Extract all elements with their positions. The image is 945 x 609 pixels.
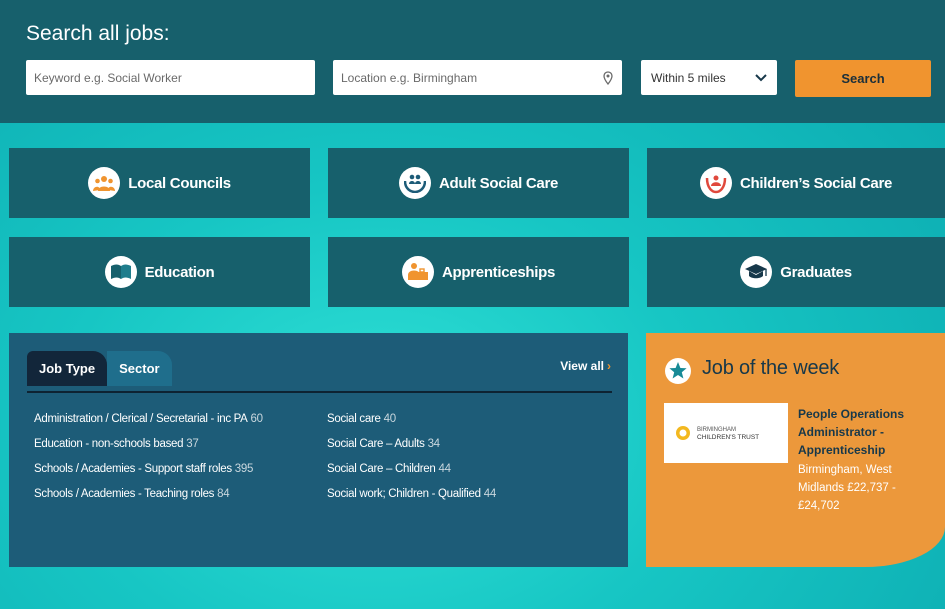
- search-button[interactable]: Search: [795, 60, 931, 97]
- keyword-input[interactable]: [34, 70, 307, 85]
- tile-label: Education: [144, 263, 215, 281]
- job-type-list-left: Administration / Clerical / Secretarial …: [34, 413, 263, 513]
- browse-tabs: Job Type Sector: [27, 351, 172, 386]
- graduation-cap-icon: [740, 256, 773, 288]
- star-icon: [665, 358, 691, 384]
- job-of-week-heading: Job of the week: [702, 357, 840, 379]
- tile-apprenticeships[interactable]: Apprenticeships: [328, 237, 629, 307]
- tile-education[interactable]: Education: [9, 237, 310, 307]
- book-icon: [104, 256, 137, 288]
- list-item[interactable]: Social Care – Adults 34: [327, 438, 496, 463]
- child-care-icon: [699, 167, 732, 199]
- tile-label: Apprenticeships: [441, 263, 556, 281]
- list-item[interactable]: Social Care – Children 44: [327, 463, 496, 488]
- list-item[interactable]: Education - non-schools based 37: [34, 438, 263, 463]
- tile-label: Adult Social Care: [438, 174, 559, 192]
- tab-sector[interactable]: Sector: [107, 351, 172, 386]
- chevron-right-icon: ›: [607, 359, 611, 373]
- people-group-icon: [88, 167, 121, 199]
- tile-adult-social-care[interactable]: Adult Social Care: [328, 148, 629, 218]
- tile-label: Children’s Social Care: [739, 174, 893, 192]
- job-type-list-right: Social care 40 Social Care – Adults 34 Soc…: [327, 413, 496, 513]
- tile-childrens-social-care[interactable]: Children’s Social Care: [647, 148, 945, 218]
- keyword-field[interactable]: [26, 60, 315, 95]
- list-item[interactable]: Schools / Academies - Teaching roles 84: [34, 488, 263, 513]
- employer-logo[interactable]: BIRMINGHAM CHILDREN'S TRUST: [664, 403, 788, 463]
- search-title: Search all jobs:: [26, 22, 170, 45]
- job-location-salary: Birmingham, West Midlands £22,737 - £24,…: [798, 464, 896, 512]
- tab-job-type[interactable]: Job Type: [27, 351, 108, 386]
- list-item[interactable]: Administration / Clerical / Secretarial …: [34, 413, 263, 438]
- job-title-link[interactable]: People Operations Administrator - Appren…: [798, 405, 918, 459]
- tile-label: Local Councils: [128, 174, 231, 192]
- svg-text:BIRMINGHAM: BIRMINGHAM: [697, 427, 736, 433]
- radius-select[interactable]: Within 5 miles: [641, 60, 777, 95]
- care-hands-icon: [398, 167, 431, 199]
- list-item[interactable]: Social work; Children - Qualified 44: [327, 488, 496, 513]
- location-input[interactable]: [341, 70, 602, 85]
- apprentice-icon: [401, 256, 434, 288]
- tab-divider: [27, 391, 612, 393]
- tile-graduates[interactable]: Graduates: [647, 237, 945, 307]
- tile-local-councils[interactable]: Local Councils: [9, 148, 310, 218]
- view-all-link[interactable]: View all ›: [560, 359, 611, 373]
- list-item[interactable]: Schools / Academies - Support staff role…: [34, 463, 263, 488]
- view-all-label: View all: [560, 359, 604, 373]
- birmingham-childrens-trust-logo: BIRMINGHAM CHILDREN'S TRUST: [676, 426, 759, 441]
- list-item[interactable]: Social care 40: [327, 413, 496, 438]
- location-field[interactable]: [333, 60, 622, 95]
- radius-value: Within 5 miles: [651, 70, 726, 85]
- browse-jobs-panel: Job Type Sector View all › Administration…: [9, 333, 628, 567]
- job-of-the-week-panel: Job of the week BIRMINGHAM CHILDREN'S TR…: [646, 333, 945, 567]
- svg-text:CHILDREN'S TRUST: CHILDREN'S TRUST: [697, 434, 759, 441]
- search-bar-section: Search all jobs: Within 5 miles Search: [0, 0, 945, 123]
- map-pin-icon: [603, 70, 613, 85]
- tile-label: Graduates: [780, 263, 852, 281]
- chevron-down-icon: [755, 73, 767, 81]
